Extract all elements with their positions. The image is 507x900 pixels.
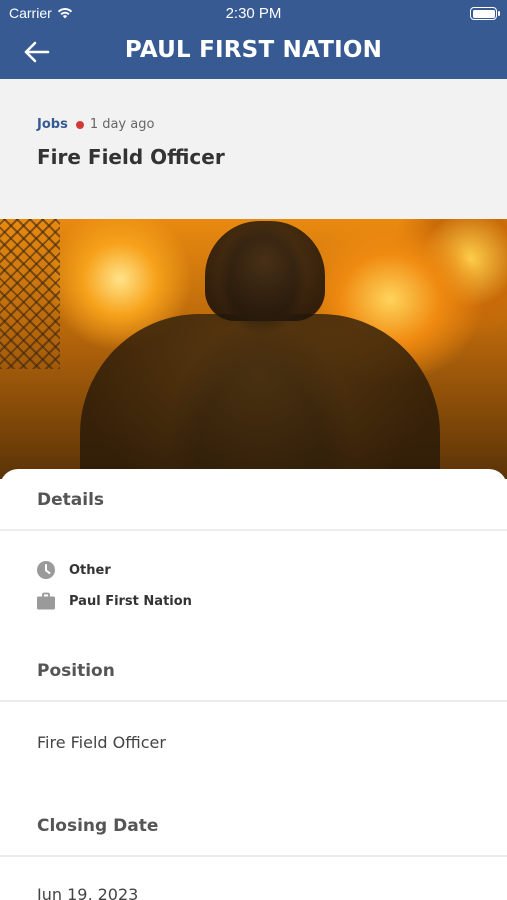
briefcase-icon (37, 592, 55, 610)
position-value: Fire Field Officer (37, 733, 166, 752)
category-link[interactable]: Jobs (37, 117, 68, 132)
divider (0, 700, 507, 702)
firefighter-silhouette (80, 314, 440, 479)
page-title: PAUL FIRST NATION (124, 37, 383, 63)
battery-icon (470, 7, 500, 20)
clock-icon (37, 561, 55, 579)
detail-type-label: Other (69, 562, 111, 578)
divider (0, 855, 507, 857)
details-card: Details Other Paul First Nation Position… (0, 469, 507, 900)
divider (0, 529, 507, 531)
status-bar: Carrier 2:30 PM (0, 0, 507, 28)
detail-item-organization: Paul First Nation (37, 592, 192, 610)
posted-time: 1 day ago (89, 117, 155, 132)
detail-item-type: Other (37, 561, 111, 579)
closing-date-value: Jun 19, 2023 (37, 885, 139, 900)
post-meta: Jobs 1 day ago (37, 117, 154, 132)
details-heading: Details (37, 490, 105, 510)
status-time: 2:30 PM (225, 5, 282, 22)
detail-organization-label: Paul First Nation (69, 593, 192, 609)
separator-dot (75, 120, 84, 129)
job-title: Fire Field Officer (37, 145, 225, 169)
fence-decoration (0, 219, 60, 369)
helmet-silhouette (205, 221, 325, 321)
position-heading: Position (37, 661, 115, 681)
app-header: Carrier 2:30 PM PAUL FIRST NATION (0, 0, 507, 79)
closing-date-heading: Closing Date (37, 816, 159, 836)
post-title-section: Jobs 1 day ago Fire Field Officer (0, 79, 507, 219)
hero-image (0, 219, 507, 479)
